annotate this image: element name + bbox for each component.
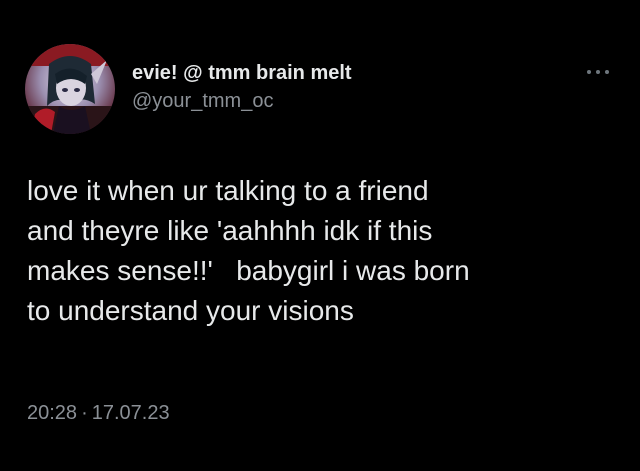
tweet-date-link[interactable]: 17.07.23 (92, 402, 170, 424)
user-handle[interactable]: @your_tmm_oc (132, 90, 273, 113)
tweet-text: love it when ur talking to a friend and … (27, 171, 617, 331)
anime-character-avatar-icon (25, 44, 115, 134)
tweet-time-link[interactable]: 20:28 (27, 402, 77, 424)
tweet-text-line: love it when ur talking to a friend (27, 175, 429, 206)
tweet-card: evie! @ tmm brain melt @your_tmm_oc love… (0, 0, 640, 471)
display-name[interactable]: evie! @ tmm brain melt (132, 62, 352, 85)
tweet-text-line: makes sense!!' babygirl i was born (27, 255, 470, 286)
meta-separator: · (81, 402, 88, 424)
more-dots-icon[interactable] (583, 63, 613, 81)
tweet-timestamp: 20:28 · 17.07.23 (27, 402, 170, 425)
tweet-text-line: to understand your visions (27, 295, 354, 326)
user-avatar[interactable] (25, 44, 115, 134)
tweet-text-line: and theyre like 'aahhhh idk if this (27, 215, 433, 246)
